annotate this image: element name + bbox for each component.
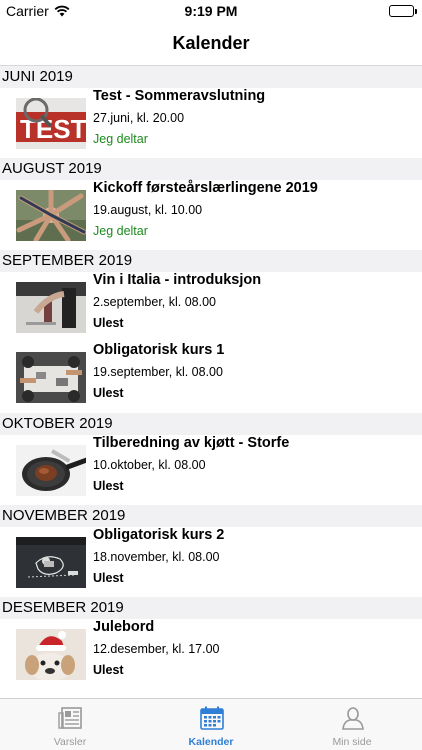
list-item-event[interactable]: TEST Test - Sommeravslutning 27.juni, kl… <box>0 88 422 158</box>
newspaper-icon <box>58 705 84 731</box>
meeting-table-image <box>16 352 86 403</box>
event-date: 18.november, kl. 08.00 <box>93 550 220 564</box>
event-status: Ulest <box>93 663 124 677</box>
event-title: Vin i Italia - introduksjon <box>93 272 262 288</box>
event-title: Obligatorisk kurs 1 <box>93 342 225 358</box>
section-header-november: NOVEMBER 2019 <box>0 505 422 527</box>
section-header-desember: DESEMBER 2019 <box>0 597 422 619</box>
navigation-bar: Kalender <box>0 22 422 66</box>
team-hands-image <box>16 190 86 241</box>
list-item-event[interactable]: Tilberedning av kjøtt - Storfe 10.oktobe… <box>0 435 422 505</box>
section-header-september: SEPTEMBER 2019 <box>0 250 422 272</box>
event-title: Tilberedning av kjøtt - Storfe <box>93 435 290 451</box>
event-status: Ulest <box>93 386 124 400</box>
event-title: Obligatorisk kurs 2 <box>93 527 225 543</box>
steak-pan-image <box>16 445 86 496</box>
tab-varsler[interactable]: Varsler <box>0 699 140 750</box>
chalkboard-image <box>16 537 86 588</box>
event-title: Kickoff førsteårslærlingene 2019 <box>93 180 318 196</box>
event-status: Ulest <box>93 316 124 330</box>
event-date: 2.september, kl. 08.00 <box>93 295 216 309</box>
calendar-list[interactable]: JUNI 2019 TEST Test - Sommeravslutning 2… <box>0 66 422 698</box>
test-sign-image: TEST <box>16 98 86 149</box>
tab-label: Min side <box>332 736 372 748</box>
tab-min-side[interactable]: Min side <box>282 699 422 750</box>
list-item-event[interactable]: Kickoff førsteårslærlingene 2019 19.augu… <box>0 180 422 250</box>
event-status: Ulest <box>93 479 124 493</box>
list-item-event[interactable]: Obligatorisk kurs 1 19.september, kl. 08… <box>0 342 422 413</box>
event-date: 19.september, kl. 08.00 <box>93 365 223 379</box>
event-title: Julebord <box>93 619 155 635</box>
list-item-event[interactable]: Julebord 12.desember, kl. 17.00 Ulest <box>0 619 422 689</box>
event-date: 10.oktober, kl. 08.00 <box>93 458 206 472</box>
calendar-icon <box>199 705 225 731</box>
event-date: 27.juni, kl. 20.00 <box>93 111 185 125</box>
event-status: Ulest <box>93 571 124 585</box>
event-status: Jeg deltar <box>93 132 148 146</box>
section-header-juni: JUNI 2019 <box>0 66 422 88</box>
tab-bar: Varsler Kalender Min side <box>0 698 422 750</box>
list-item-event[interactable]: Vin i Italia - introduksjon 2.september,… <box>0 272 422 342</box>
event-title: Test - Sommeravslutning <box>93 88 266 104</box>
section-header-oktober: OKTOBER 2019 <box>0 413 422 435</box>
tab-kalender[interactable]: Kalender <box>141 699 281 750</box>
clock: 9:19 PM <box>184 3 238 19</box>
santa-dog-image <box>16 629 86 680</box>
wine-pouring-image <box>16 282 86 333</box>
page-title: Kalender <box>172 33 250 53</box>
list-item-event[interactable]: Obligatorisk kurs 2 18.november, kl. 08.… <box>0 527 422 597</box>
event-date: 19.august, kl. 10.00 <box>93 203 203 217</box>
status-bar: Carrier 9:19 PM <box>0 0 422 22</box>
event-date: 12.desember, kl. 17.00 <box>93 642 220 656</box>
battery-icon <box>389 5 417 17</box>
section-header-august: AUGUST 2019 <box>0 158 422 180</box>
tab-label: Varsler <box>53 736 87 748</box>
event-status: Jeg deltar <box>93 224 148 238</box>
tab-label: Kalender <box>188 736 234 748</box>
person-icon <box>340 705 366 731</box>
